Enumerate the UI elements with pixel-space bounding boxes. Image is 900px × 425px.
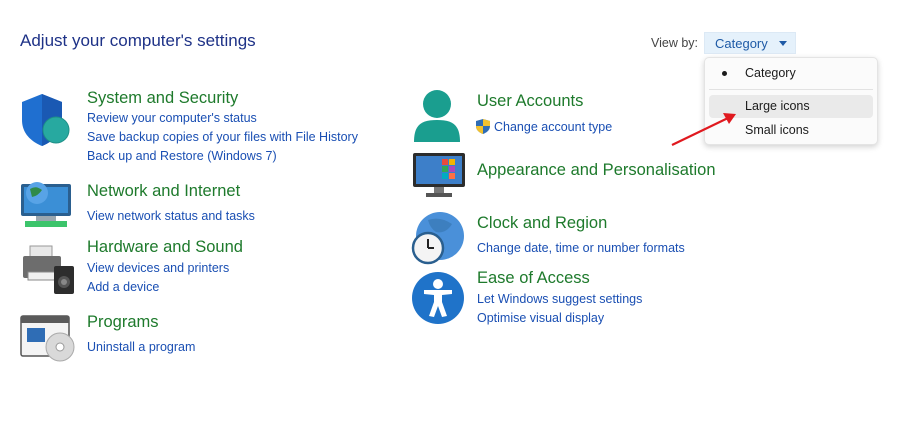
- link-network-status[interactable]: View network status and tasks: [87, 209, 255, 223]
- category-hardware-and-sound[interactable]: Hardware and Sound: [87, 238, 243, 257]
- menu-item-category[interactable]: Category: [709, 62, 873, 85]
- menu-item-small-icons[interactable]: Small icons: [709, 119, 873, 142]
- link-add-device[interactable]: Add a device: [87, 280, 159, 294]
- category-user-accounts[interactable]: User Accounts: [477, 92, 583, 111]
- category-appearance-and-personalisation[interactable]: Appearance and Personalisation: [477, 161, 716, 180]
- printer-speaker-icon: [20, 242, 74, 301]
- page-title: Adjust your computer's settings: [20, 31, 256, 50]
- clock-globe-icon: [410, 210, 466, 271]
- accessibility-icon: [410, 270, 466, 331]
- view-by-menu: Category Large icons Small icons: [704, 57, 878, 145]
- link-change-account-type[interactable]: Change account type: [494, 120, 612, 134]
- link-review-status[interactable]: Review your computer's status: [87, 111, 257, 125]
- category-clock-and-region[interactable]: Clock and Region: [477, 214, 607, 233]
- link-backup-restore[interactable]: Back up and Restore (Windows 7): [87, 149, 277, 163]
- category-ease-of-access[interactable]: Ease of Access: [477, 269, 590, 288]
- view-by-dropdown[interactable]: Category: [704, 32, 796, 54]
- link-devices-printers[interactable]: View devices and printers: [87, 261, 229, 275]
- view-by-selected: Category: [715, 36, 768, 51]
- view-by-label: View by:: [651, 36, 699, 50]
- menu-divider: [709, 89, 873, 90]
- uac-shield-icon: [476, 119, 490, 139]
- link-change-date-formats[interactable]: Change date, time or number formats: [477, 241, 685, 255]
- selected-bullet-icon: [722, 71, 727, 76]
- menu-item-large-icons[interactable]: Large icons: [709, 95, 873, 118]
- programs-disc-icon: [20, 313, 76, 368]
- shield-icon: [20, 92, 72, 153]
- link-windows-suggest-settings[interactable]: Let Windows suggest settings: [477, 292, 642, 306]
- category-system-and-security[interactable]: System and Security: [87, 89, 238, 108]
- link-uninstall-program[interactable]: Uninstall a program: [87, 340, 195, 354]
- network-globe-icon: [20, 178, 74, 235]
- user-icon: [412, 88, 462, 149]
- category-programs[interactable]: Programs: [87, 313, 159, 332]
- chevron-down-icon: [779, 41, 787, 46]
- link-optimise-visual-display[interactable]: Optimise visual display: [477, 311, 604, 325]
- monitor-tiles-icon: [412, 152, 466, 203]
- category-network-and-internet[interactable]: Network and Internet: [87, 182, 240, 201]
- link-file-history[interactable]: Save backup copies of your files with Fi…: [87, 130, 358, 144]
